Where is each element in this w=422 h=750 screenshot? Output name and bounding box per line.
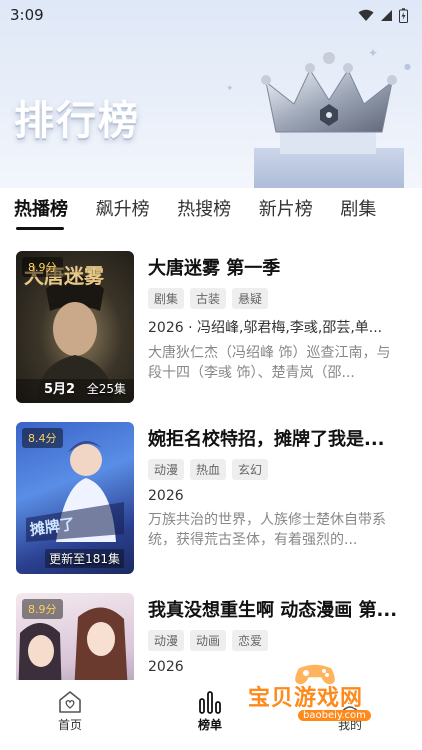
tab-series[interactable]: 剧集 [340, 188, 422, 234]
tag: 动漫 [148, 459, 185, 480]
episode-count: 更新至181集 [45, 549, 124, 568]
tab-hot-search[interactable]: 热搜榜 [177, 188, 259, 234]
crown-icon [254, 52, 404, 188]
list-item[interactable]: 摊牌了 8.4分 更新至181集 婉拒名校特招，摊牌了我是... 动漫 热血 玄… [16, 407, 406, 574]
tag: 玄幻 [232, 459, 269, 480]
signal-icon [381, 9, 392, 21]
tab-new[interactable]: 新片榜 [259, 188, 341, 234]
item-title[interactable]: 婉拒名校特招，摊牌了我是... [148, 425, 398, 451]
item-meta: 2026 [148, 488, 184, 504]
item-title[interactable]: 我真没想重生啊 动态漫画 第... [148, 596, 398, 622]
poster-date: 5月2 [44, 382, 76, 397]
score-badge: 8.9分 [22, 599, 63, 619]
item-description: 大唐狄仁杰（冯绍峰 饰）巡查江南，与段十四（李彧 饰）、楚青岚（邵... [148, 345, 391, 381]
tag: 悬疑 [232, 288, 269, 309]
item-meta: 2026 · 冯绍峰,邬君梅,李彧,邵芸,单... [148, 320, 383, 336]
watermark-text: 宝贝游戏网 [248, 686, 364, 711]
status-icons [358, 7, 408, 23]
nav-label: 首页 [57, 718, 82, 732]
tag: 动画 [190, 630, 227, 651]
tag: 动漫 [148, 630, 185, 651]
tag-list: 动漫 热血 玄幻 [148, 459, 398, 480]
battery-icon [399, 7, 408, 23]
poster-image[interactable]: 大唐迷雾 8.9分 5月2 全25集 [16, 251, 134, 403]
poster-image[interactable]: 摊牌了 8.4分 更新至181集 [16, 422, 134, 574]
tag-list: 剧集 古装 悬疑 [148, 288, 398, 309]
tab-rising[interactable]: 飙升榜 [96, 188, 178, 234]
home-icon [59, 691, 81, 713]
tag-list: 动漫 动画 恋爱 [148, 630, 398, 651]
score-badge: 8.4分 [22, 428, 63, 448]
sparkle-icon: ● [404, 62, 411, 71]
tab-bar: 热播榜 飙升榜 热搜榜 新片榜 剧集 [0, 188, 422, 234]
sparkle-icon: ✦ [226, 84, 234, 94]
page-title: 排行榜 [14, 98, 140, 144]
tag: 恋爱 [232, 630, 269, 651]
item-info: 大唐迷雾 第一季 剧集 古装 悬疑 2026 · 冯绍峰,邬君梅,李彧,邵芸,单… [148, 251, 398, 383]
status-bar: 3:09 [0, 0, 422, 30]
item-title[interactable]: 大唐迷雾 第一季 [148, 254, 398, 280]
tab-hot-play[interactable]: 热播榜 [14, 188, 96, 234]
tag: 剧集 [148, 288, 185, 309]
item-description: 万族共治的世界，人族修士楚休自带系统，获得荒古圣体，有着强烈的... [148, 512, 386, 548]
watermark-url: baobeiy.com [298, 710, 371, 721]
nav-home[interactable]: 首页 [0, 690, 140, 750]
chart-icon [199, 691, 221, 714]
watermark-logo: 宝贝游戏网 baobeiy.com [246, 658, 396, 742]
poster-image[interactable]: 8.9分 [16, 593, 134, 680]
item-info: 婉拒名校特招，摊牌了我是... 动漫 热血 玄幻 2026 万族共治的世界，人族… [148, 422, 398, 550]
ranking-list: 大唐迷雾 8.9分 5月2 全25集 大唐迷雾 第一季 剧集 古装 悬疑 202… [0, 236, 422, 680]
nav-label: 榜单 [197, 718, 222, 732]
tag: 热血 [190, 459, 227, 480]
list-item[interactable]: 大唐迷雾 8.9分 5月2 全25集 大唐迷雾 第一季 剧集 古装 悬疑 202… [16, 236, 406, 403]
status-time: 3:09 [10, 6, 44, 24]
score-badge: 8.9分 [22, 257, 63, 277]
episode-count: 全25集 [86, 382, 126, 396]
tag: 古装 [190, 288, 227, 309]
wifi-icon [358, 9, 374, 21]
